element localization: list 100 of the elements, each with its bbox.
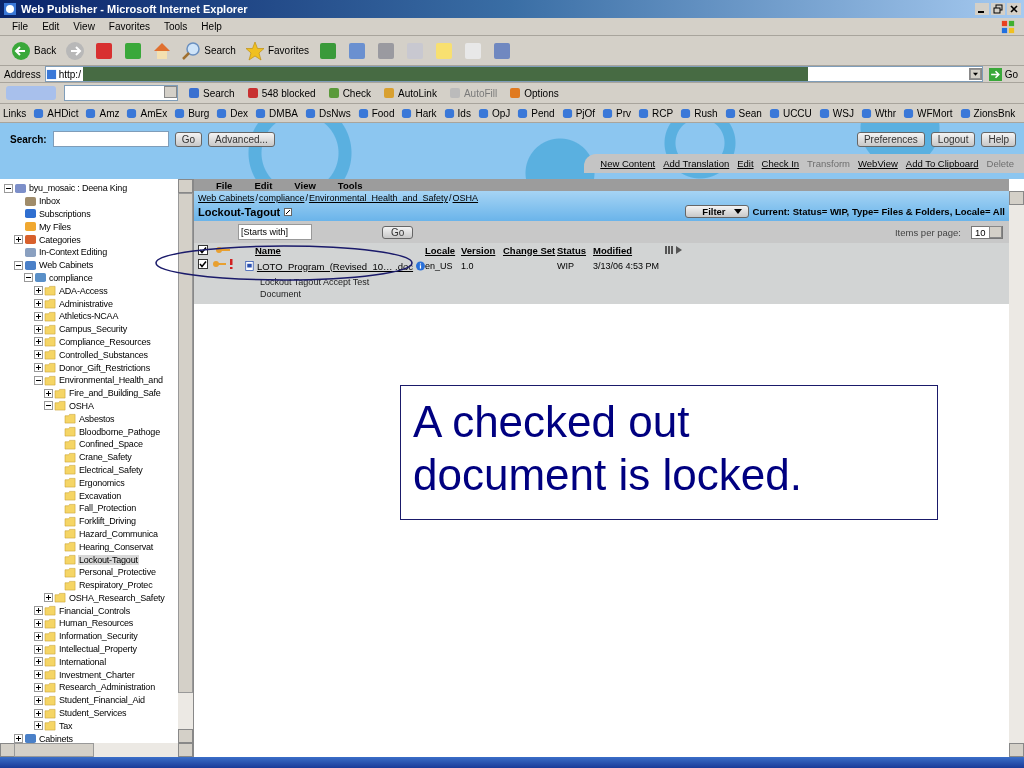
expander-icon[interactable] [44,388,53,398]
column-header[interactable]: Status [557,244,593,256]
tree-item[interactable]: Personal_Protective [78,567,157,578]
menu-item[interactable]: Help [201,21,222,32]
link-button[interactable]: Burg [174,107,210,119]
search-button[interactable]: Search [178,39,239,62]
go-button[interactable]: Go [382,225,414,239]
starts-with-field[interactable]: [Starts with] [238,224,312,240]
tree-item[interactable]: Fire_and_Building_Safe [68,388,162,399]
link-button[interactable]: OpJ [477,107,511,119]
select-all-checkbox[interactable] [198,245,208,255]
action-link[interactable]: Add Translation [663,158,730,169]
tree-item[interactable]: Athletics-NCAA [58,311,120,322]
expander-icon[interactable] [14,260,23,270]
tree-item[interactable]: Investment_Charter [58,669,136,680]
expander-icon[interactable] [34,363,43,373]
tree-item[interactable]: Environmental_Health_and [58,375,164,386]
tree-item[interactable]: Bloodborne_Pathoge [78,426,161,437]
tree-item[interactable]: Electrical_Safety [78,464,144,475]
tree-item[interactable]: Ergonomics [78,477,126,488]
header-button[interactable]: Logout [930,131,976,147]
search-button[interactable]: Search [186,87,237,99]
tree-item[interactable]: Administrative [58,298,114,309]
column-header[interactable]: Modified [593,244,665,256]
tree-item[interactable]: Fall_Protection [78,503,138,514]
autolink-button[interactable]: AutoLink [381,87,439,99]
link-button[interactable]: ZionsBnk [959,107,1016,119]
action-link[interactable]: Edit [737,158,754,169]
menu-item[interactable]: Edit [254,179,273,191]
tree-item[interactable]: Crane_Safety [78,452,133,463]
tree-item[interactable]: Web Cabinets [38,260,94,271]
tree-item[interactable]: byu_mosaic : Deena King [28,183,128,194]
expander-icon[interactable] [34,375,43,385]
menu-item[interactable]: View [294,179,316,191]
expander-icon[interactable] [34,708,43,718]
link-button[interactable]: Food [357,107,395,119]
column-header[interactable]: Locale [425,244,461,256]
tree-item[interactable]: Human_Resources [58,618,135,629]
link-button[interactable]: Sean [724,107,762,119]
go-button[interactable]: Go [986,67,1024,81]
advanced-button[interactable]: Advanced... [208,131,275,147]
link-button[interactable]: WSJ [818,107,854,119]
back-button[interactable]: Back [8,39,60,62]
link-button[interactable]: Amz [85,107,120,119]
check-button[interactable]: Check [325,87,373,99]
items-per-page-select[interactable]: 10 [971,225,1003,239]
expander-icon[interactable] [44,593,53,603]
link-button[interactable]: RCP [638,107,674,119]
dropdown-icon[interactable] [968,68,982,80]
expander-icon[interactable] [34,695,43,705]
menu-item[interactable]: View [73,21,95,32]
action-link[interactable]: WebView [858,158,898,169]
tree-item[interactable]: Information_Security [58,631,139,642]
tree-item[interactable]: My Files [38,221,72,232]
expander-icon[interactable] [34,721,43,731]
breadcrumb-link[interactable]: OSHA [452,193,479,203]
close-icon[interactable] [1007,3,1021,15]
column-header[interactable]: Name [255,244,425,256]
expander-icon[interactable] [34,644,43,654]
filter-button[interactable]: Filter [685,205,749,218]
tree-item[interactable]: Respiratory_Protec [78,580,154,591]
tree-item[interactable]: Lockout-Tagout [78,554,139,565]
tree-item[interactable]: Intellectual_Property [58,644,138,655]
tree-item[interactable]: Hearing_Conservat [78,541,155,552]
expander-icon[interactable] [34,631,43,641]
tree-item[interactable]: Student_Financial_Aid [58,695,146,706]
columns-icon[interactable] [665,245,683,255]
tree-item[interactable]: Financial_Controls [58,605,131,616]
expander-icon[interactable] [34,299,43,309]
blocked-button[interactable]: 548 blocked [244,87,318,99]
header-button[interactable]: Help [981,131,1016,147]
link-button[interactable]: UCCU [768,107,812,119]
link-button[interactable]: DMBA [255,107,298,119]
tree-item[interactable]: OSHA [68,400,95,411]
link-button[interactable]: Wthr [860,107,897,119]
expander-icon[interactable] [14,235,23,245]
tree-item[interactable]: Compliance_Resources [58,336,152,347]
scrollbar[interactable] [0,743,193,757]
link-button[interactable]: PjOf [561,107,596,119]
action-link[interactable]: Add To Clipboard [905,158,979,169]
tree-item[interactable]: Donor_Gift_Restrictions [58,362,151,373]
expander-icon[interactable] [34,682,43,692]
options-button[interactable]: Options [507,87,561,99]
search-field[interactable] [52,131,169,147]
tree-item[interactable]: Confined_Space [78,439,144,450]
restore-icon[interactable] [991,3,1005,15]
expander-icon[interactable] [34,324,43,334]
column-header[interactable]: Change Set [503,244,557,256]
breadcrumb-link[interactable]: compliance [258,193,305,203]
properties-icon[interactable] [284,207,293,216]
expander-icon[interactable] [34,670,43,680]
link-button[interactable]: WFMort [903,107,953,119]
menu-item[interactable]: File [216,179,233,191]
expander-icon[interactable] [34,350,43,360]
link-button[interactable]: Pend [517,107,555,119]
tree-item[interactable]: Cabinets [38,733,74,744]
action-link[interactable]: Check In [761,158,800,169]
tree-item[interactable]: Categories [38,234,82,245]
header-button[interactable]: Preferences [856,131,925,147]
tree-item[interactable]: Subscriptions [38,209,92,219]
